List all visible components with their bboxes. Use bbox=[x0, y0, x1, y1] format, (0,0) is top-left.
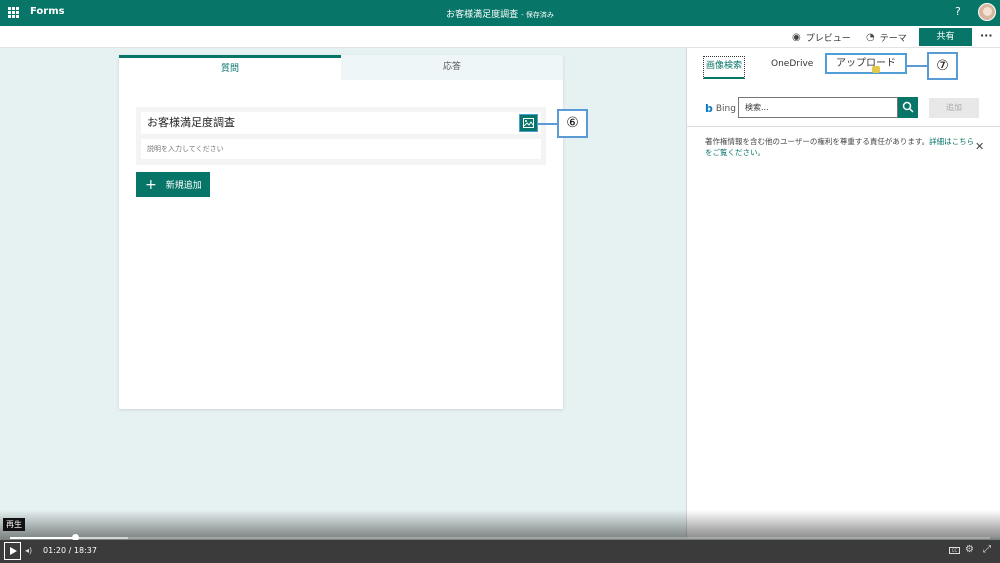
form-title-input[interactable]: お客様満足度調査 bbox=[141, 112, 541, 134]
palette-icon: ◔ bbox=[866, 32, 875, 43]
video-time: 01:20 / 18:37 bbox=[43, 546, 97, 555]
image-insert-panel: 画像検索 OneDrive アップロード b Bing 検索... 追加 著作権… bbox=[686, 48, 1000, 538]
add-image-button[interactable]: 追加 bbox=[929, 98, 979, 118]
tab-onedrive[interactable]: OneDrive bbox=[771, 59, 813, 69]
callout-7: ⑦ bbox=[927, 52, 958, 80]
form-title-block: お客様満足度調査 説明を入力してください bbox=[136, 107, 546, 165]
time-separator: / bbox=[68, 546, 72, 555]
close-icon[interactable]: ✕ bbox=[975, 140, 984, 153]
document-title-text: お客様満足度調査 bbox=[446, 10, 519, 20]
eye-icon: ◉ bbox=[792, 32, 801, 43]
video-progress-fill bbox=[10, 537, 75, 539]
more-options-button[interactable]: ··· bbox=[980, 29, 993, 42]
tab-responses[interactable]: 応答 bbox=[341, 55, 563, 80]
notice-text: 著作権情報を含む他のユーザーの権利を尊重する責任があります。 bbox=[705, 137, 930, 146]
share-button[interactable]: 共有 bbox=[919, 28, 972, 46]
copyright-notice: 著作権情報を含む他のユーザーの権利を尊重する責任があります。詳細はこちらをご覧く… bbox=[705, 136, 980, 158]
play-button[interactable] bbox=[4, 542, 21, 560]
search-button[interactable] bbox=[898, 97, 918, 118]
bing-icon: b bbox=[705, 102, 713, 115]
callout-6: ⑥ bbox=[557, 109, 588, 138]
save-status: - 保存済み bbox=[521, 11, 554, 19]
form-description-input[interactable]: 説明を入力してください bbox=[141, 139, 541, 159]
callout-connector bbox=[538, 123, 558, 125]
avatar[interactable] bbox=[978, 3, 996, 21]
plus-icon: + bbox=[145, 176, 157, 193]
app-header: Forms お客様満足度調査 - 保存済み ? bbox=[0, 0, 1000, 26]
add-new-label: 新規追加 bbox=[165, 181, 202, 191]
duration: 18:37 bbox=[73, 546, 97, 555]
preview-label: プレビュー bbox=[805, 34, 851, 44]
theme-button[interactable]: ◔ テーマ bbox=[866, 31, 907, 44]
mouse-cursor-icon bbox=[872, 66, 880, 73]
volume-icon[interactable]: ◂) bbox=[25, 546, 32, 555]
bing-label: Bing bbox=[715, 103, 736, 114]
settings-icon[interactable]: ⚙ bbox=[965, 544, 974, 555]
help-button[interactable]: ? bbox=[955, 5, 961, 18]
search-icon bbox=[902, 101, 914, 113]
play-tooltip: 再生 bbox=[3, 518, 25, 531]
theme-label: テーマ bbox=[879, 34, 907, 44]
form-tabs: 質問 応答 bbox=[119, 55, 563, 80]
tab-questions[interactable]: 質問 bbox=[119, 55, 341, 80]
image-search-input[interactable]: 検索... bbox=[738, 97, 898, 118]
form-toolbar: ◉ プレビュー ◔ テーマ 共有 ··· bbox=[0, 26, 1000, 48]
insert-image-button[interactable] bbox=[519, 114, 538, 132]
captions-icon[interactable]: CC bbox=[949, 547, 960, 554]
preview-button[interactable]: ◉ プレビュー bbox=[792, 31, 851, 44]
callout-connector bbox=[905, 65, 929, 67]
document-title: お客様満足度調査 - 保存済み bbox=[0, 7, 1000, 20]
video-buffer-bar bbox=[75, 537, 128, 539]
add-new-button[interactable]: + 新規追加 bbox=[136, 172, 210, 197]
tab-image-search[interactable]: 画像検索 bbox=[703, 56, 746, 79]
image-icon bbox=[523, 118, 534, 128]
fullscreen-icon[interactable]: ⤢ bbox=[983, 544, 991, 555]
form-card: 質問 応答 お客様満足度調査 説明を入力してください bbox=[119, 55, 563, 409]
video-controls bbox=[0, 540, 1000, 563]
current-time: 01:20 bbox=[43, 546, 67, 555]
bing-logo: b Bing bbox=[705, 102, 736, 115]
tab-upload[interactable]: アップロード bbox=[825, 53, 907, 74]
video-progress-track[interactable] bbox=[10, 537, 990, 539]
divider bbox=[687, 126, 1000, 127]
